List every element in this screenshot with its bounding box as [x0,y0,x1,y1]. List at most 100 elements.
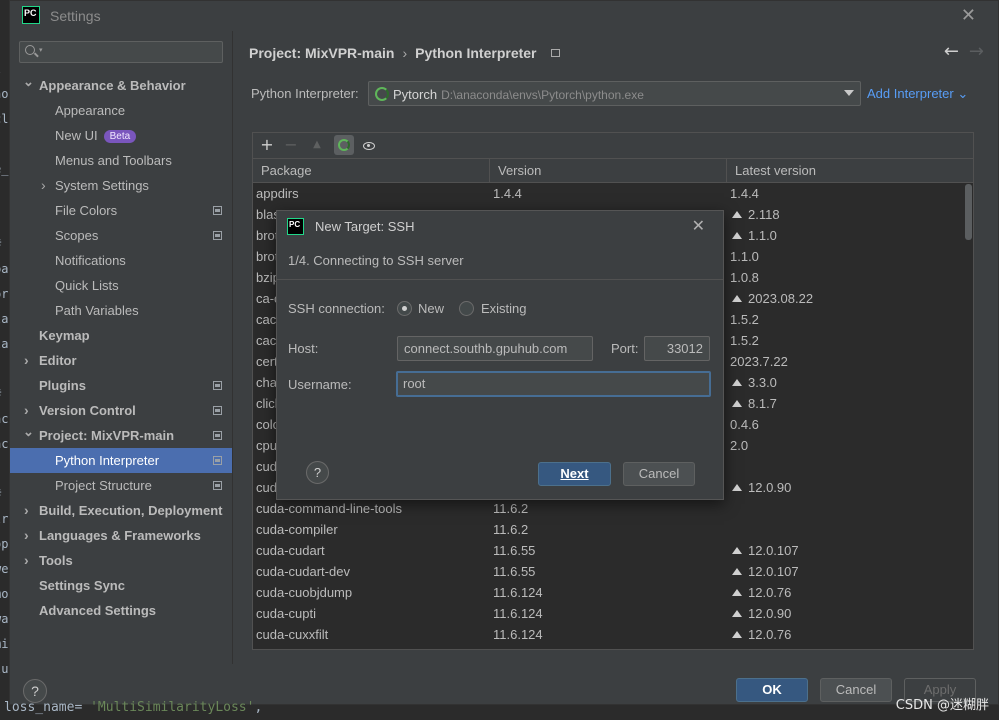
sidebar-item-editor[interactable]: › Editor [10,348,232,373]
chevron-down-icon[interactable]: ⌄ [23,69,34,94]
sidebar-item-appearance-behavior[interactable]: ⌄ Appearance & Behavior [10,73,232,98]
upgrade-package-button[interactable]: ▲ [307,135,327,155]
column-header-latest[interactable]: Latest version [727,159,973,183]
editor-code-fragment: cl [0,112,9,126]
settings-search-input[interactable]: ▾ [19,41,223,63]
sidebar-item-new-ui[interactable]: New UI Beta [10,123,232,148]
cancel-button[interactable]: Cancel [820,678,892,702]
sidebar-item-tools[interactable]: › Tools [10,548,232,573]
chevron-right-icon[interactable]: › [24,498,29,523]
interpreter-name: Pytorch [393,87,438,102]
sidebar-item-version-control[interactable]: › Version Control [10,398,232,423]
package-version: 11.6.2 [493,522,529,537]
upgrade-available-icon[interactable] [732,547,742,554]
upgrade-available-icon[interactable] [732,610,742,617]
upgrade-available-icon[interactable] [732,568,742,575]
sidebar-item-quick-lists[interactable]: Quick Lists [10,273,232,298]
sidebar-item-label: Languages & Frameworks [39,528,201,543]
sidebar-item-system-settings[interactable]: › System Settings [10,173,232,198]
sidebar-item-appearance[interactable]: Appearance [10,98,232,123]
radio-new-label[interactable]: New [418,301,444,316]
chevron-right-icon[interactable]: › [24,523,29,548]
chevron-right-icon[interactable]: › [24,348,29,373]
project-scope-icon [213,381,222,390]
table-row[interactable]: cuda-cudart 11.6.55 12.0.107 [253,540,973,561]
sidebar-item-python-interpreter[interactable]: Python Interpreter [10,448,232,473]
project-scope-icon [550,49,560,57]
dialog-help-button[interactable]: ? [306,461,329,484]
sidebar-item-notifications[interactable]: Notifications [10,248,232,273]
sidebar-item-file-colors[interactable]: File Colors [10,198,232,223]
table-scrollbar[interactable] [965,184,972,240]
column-header-package[interactable]: Package [253,159,490,183]
radio-new[interactable] [397,301,412,316]
package-latest-version: 1.1.0 [730,246,759,267]
upgrade-available-icon[interactable] [732,211,742,218]
upgrade-available-icon[interactable] [732,400,742,407]
pycharm-logo-icon: PC [287,218,304,235]
column-header-version[interactable]: Version [490,159,727,183]
sidebar-item-menus-and-toolbars[interactable]: Menus and Toolbars [10,148,232,173]
editor-code-fragment: ac [0,412,9,426]
port-input[interactable]: 33012 [644,336,710,361]
sidebar-item-label: Appearance [55,103,126,118]
sidebar-item-label: Python Interpreter [55,453,160,468]
sidebar-item-plugins[interactable]: Plugins [10,373,232,398]
dialog-step-label: 1/4. Connecting to SSH server [288,253,464,268]
settings-sidebar: ▾ ⌄ Appearance & Behavior Appearance New UI… [10,31,232,664]
chevron-right-icon[interactable]: › [24,548,29,573]
sidebar-item-advanced-settings[interactable]: Advanced Settings [10,598,232,623]
table-row[interactable]: cuda-command-line-tools 11.6.2 [253,498,973,519]
dialog-cancel-button[interactable]: Cancel [623,462,695,486]
back-arrow-icon[interactable]: ← [944,41,959,62]
upgrade-available-icon[interactable] [732,232,742,239]
project-scope-icon [213,456,222,465]
package-version: 11.6.55 [493,543,536,558]
chevron-right-icon[interactable]: › [41,173,46,198]
interpreter-label: Python Interpreter: [251,86,359,101]
sidebar-item-label: Quick Lists [55,278,119,293]
ok-button[interactable]: OK [736,678,808,702]
close-dialog-icon[interactable]: ✕ [692,216,705,236]
sidebar-item-project-structure[interactable]: Project Structure [10,473,232,498]
table-row[interactable]: cuda-cuobjdump 11.6.124 12.0.76 [253,582,973,603]
new-target-ssh-dialog: PC New Target: SSH ✕ 1/4. Connecting to … [276,210,724,500]
chevron-down-icon[interactable]: ⌄ [23,419,34,444]
sidebar-item-settings-sync[interactable]: Settings Sync [10,573,232,598]
upgrade-available-icon[interactable] [732,589,742,596]
interpreter-select[interactable]: Pytorch D:\anaconda\envs\Pytorch\python.e… [368,81,861,106]
sidebar-item-languages-frameworks[interactable]: › Languages & Frameworks [10,523,232,548]
username-input[interactable]: root [396,371,711,397]
sidebar-item-project-mixvpr-main[interactable]: ⌄ Project: MixVPR-main [10,423,232,448]
refresh-button[interactable] [334,135,354,155]
table-row[interactable]: cuda-cuxxfilt 11.6.124 12.0.76 [253,624,973,645]
show-early-releases-button[interactable] [359,135,379,155]
host-input[interactable]: connect.southb.gpuhub.com [397,336,593,361]
breadcrumb-project[interactable]: Project: MixVPR-main [249,45,394,61]
radio-existing[interactable] [459,301,474,316]
upgrade-available-icon[interactable] [732,484,742,491]
chevron-down-icon [844,90,854,96]
next-button[interactable]: Next [538,462,611,486]
upgrade-available-icon[interactable] [732,631,742,638]
package-latest-version: 1.1.0 [730,225,777,246]
sidebar-item-label: Project Structure [55,478,152,493]
table-row[interactable]: appdirs 1.4.4 1.4.4 [253,183,973,204]
sidebar-item-path-variables[interactable]: Path Variables [10,298,232,323]
sidebar-item-keymap[interactable]: Keymap [10,323,232,348]
remove-package-button[interactable]: − [281,135,301,155]
table-row[interactable]: cuda-cudart-dev 11.6.55 12.0.107 [253,561,973,582]
table-row[interactable]: cuda-cupti 11.6.124 12.0.90 [253,603,973,624]
table-row[interactable]: cuda-compiler 11.6.2 [253,519,973,540]
project-scope-icon [213,481,222,490]
forward-arrow-icon[interactable]: → [969,41,984,62]
sidebar-item-build-execution-deployment[interactable]: › Build, Execution, Deployment [10,498,232,523]
package-version: 1.4.4 [493,186,522,201]
upgrade-available-icon[interactable] [732,295,742,302]
sidebar-item-scopes[interactable]: Scopes [10,223,232,248]
radio-existing-label[interactable]: Existing [481,301,527,316]
add-package-button[interactable]: + [257,135,277,155]
close-window-icon[interactable]: ✕ [961,5,976,26]
upgrade-available-icon[interactable] [732,379,742,386]
add-interpreter-link[interactable]: Add Interpreter ⌄ [867,86,968,102]
